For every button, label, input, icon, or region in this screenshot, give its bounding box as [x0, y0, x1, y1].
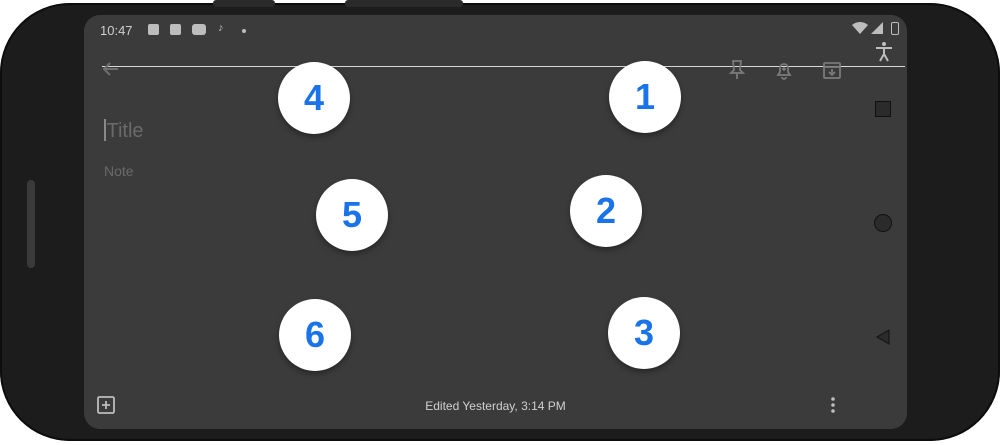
- gallery-icon: [170, 24, 181, 35]
- badge-3: 3: [608, 297, 680, 369]
- note-body-input[interactable]: Note: [104, 163, 134, 179]
- note-title-input[interactable]: Title: [104, 119, 144, 143]
- reminder-bell-icon[interactable]: [774, 59, 794, 81]
- youtube-icon: [192, 24, 206, 35]
- badge-6: 6: [279, 299, 351, 371]
- badge-5: 5: [316, 179, 388, 251]
- home-icon[interactable]: [874, 214, 892, 232]
- badge-2: 2: [570, 175, 642, 247]
- more-vert-icon[interactable]: [830, 396, 836, 414]
- accessibility-icon[interactable]: [872, 40, 896, 64]
- wifi-icon: [852, 21, 868, 34]
- status-bar: 10:47 ♪: [84, 15, 907, 45]
- battery-icon: [891, 22, 899, 35]
- pin-icon[interactable]: [727, 59, 747, 81]
- recents-icon[interactable]: [875, 101, 891, 117]
- dot-icon: [242, 29, 246, 33]
- image-icon: [148, 24, 159, 35]
- back-icon[interactable]: [875, 329, 891, 345]
- badge-4: 4: [278, 62, 350, 134]
- phone-side-button: [27, 180, 35, 268]
- title-placeholder: Title: [106, 120, 144, 142]
- badge-1: 1: [609, 61, 681, 133]
- arrow-left-icon[interactable]: [100, 59, 120, 79]
- phone-screen: 10:47 ♪ Title Note 1 2 3 4 5 6 Edited Ye…: [84, 15, 907, 429]
- edited-timestamp: Edited Yesterday, 3:14 PM: [425, 399, 566, 413]
- status-time: 10:47: [100, 23, 133, 38]
- music-icon: ♪: [218, 22, 224, 34]
- archive-icon[interactable]: [822, 59, 842, 81]
- text-caret: [104, 119, 106, 141]
- signal-icon: [871, 22, 883, 34]
- phone-power-button: [345, 0, 463, 7]
- phone-volume-button: [213, 0, 275, 7]
